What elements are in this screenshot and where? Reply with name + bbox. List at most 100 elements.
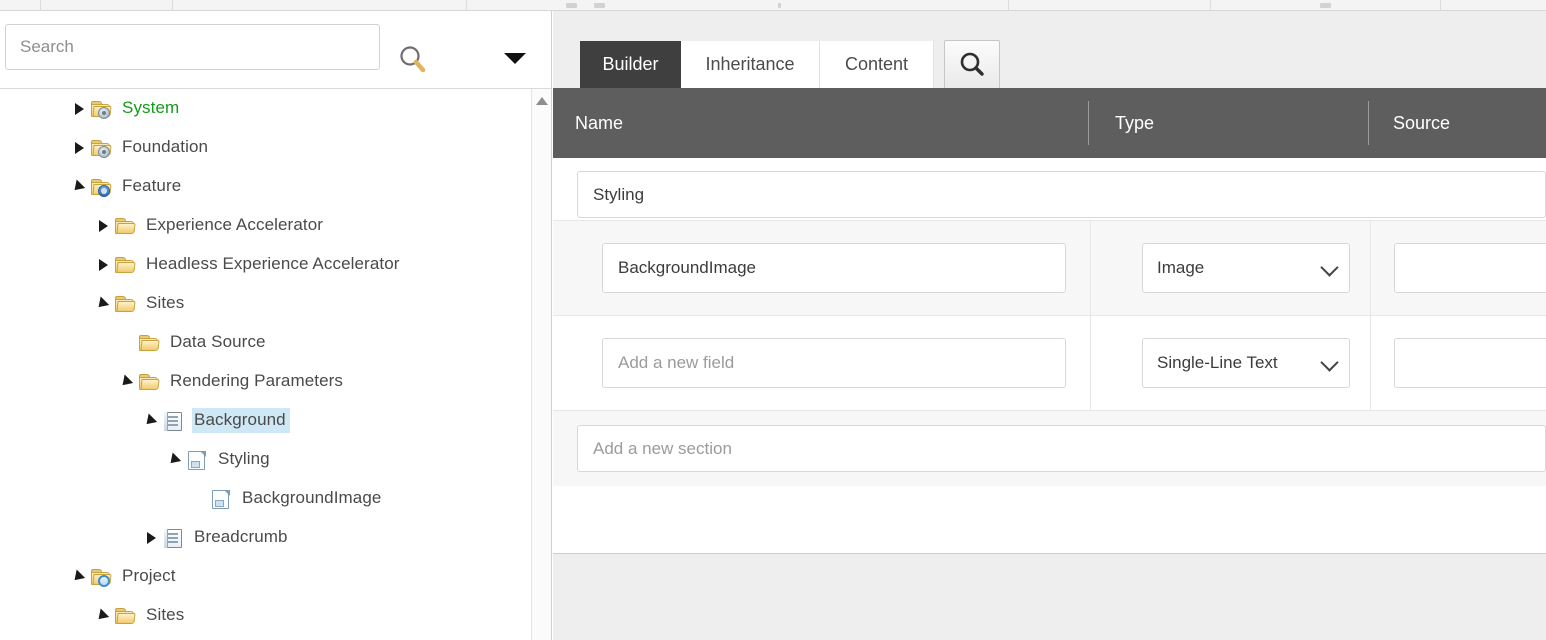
ribbon-divider	[1440, 0, 1441, 11]
folder-icon	[114, 605, 138, 627]
tree-collapse-triangle-icon[interactable]	[92, 596, 114, 635]
tree-collapse-triangle-icon[interactable]	[68, 557, 90, 596]
ribbon-divider	[40, 0, 41, 11]
ribbon-divider	[1210, 0, 1211, 11]
column-divider[interactable]	[1368, 101, 1369, 145]
tree-item[interactable]: Experience Accelerator	[0, 206, 529, 245]
field-type-value: Image	[1157, 258, 1205, 277]
new-section-row	[553, 411, 1546, 486]
tree-item[interactable]: Feature	[0, 167, 529, 206]
new-field-type-select[interactable]: Single-Line Text	[1142, 338, 1350, 388]
tree-item[interactable]: System	[0, 89, 529, 128]
search-input[interactable]	[5, 24, 380, 70]
ribbon-divider	[466, 0, 467, 11]
tree-item[interactable]: Project	[0, 557, 529, 596]
column-header-source[interactable]: Source	[1393, 88, 1450, 158]
tree-item-label: Rendering Parameters	[170, 371, 344, 390]
tree-search-bar	[0, 11, 551, 89]
ribbon-divider	[172, 0, 173, 11]
section-name-input[interactable]	[577, 171, 1546, 218]
tree-item[interactable]: Foundation	[0, 128, 529, 167]
folder-gear-icon	[90, 137, 114, 159]
new-section-input[interactable]	[577, 425, 1546, 472]
tree-expand-triangle-icon[interactable]	[92, 245, 114, 284]
new-field-source-input[interactable]	[1394, 338, 1546, 388]
tree-expand-triangle-icon[interactable]	[68, 128, 90, 167]
new-field-row: Single-Line Text	[553, 316, 1546, 411]
search-icon	[960, 52, 984, 76]
app-root: System Foundation Feature Experience Accele…	[0, 0, 1546, 640]
folder-icon	[114, 254, 138, 276]
field-row: Image	[553, 221, 1546, 316]
tree-item-label: Breadcrumb	[194, 527, 288, 546]
ribbon-button-nub[interactable]	[594, 3, 605, 8]
tree-item[interactable]: Background	[0, 401, 529, 440]
tab-builder[interactable]: Builder	[580, 41, 681, 88]
tab-label: Inheritance	[705, 54, 795, 74]
column-header-name[interactable]: Name	[575, 88, 623, 158]
field-source-input[interactable]	[1394, 243, 1546, 293]
cell-divider	[1370, 316, 1371, 411]
tree-item-label: BackgroundImage	[242, 488, 382, 507]
template-icon	[162, 527, 186, 549]
search-icon[interactable]	[396, 43, 430, 75]
cell-divider	[1090, 221, 1091, 316]
tree-item[interactable]: Sites	[0, 596, 529, 635]
tree-item-label: Foundation	[122, 137, 209, 156]
tree-item-label: System	[122, 98, 180, 117]
search-options-chevron-down-icon[interactable]	[502, 49, 528, 69]
ribbon-button-nub[interactable]	[1320, 3, 1331, 8]
cell-divider	[1370, 221, 1371, 316]
column-divider[interactable]	[1088, 101, 1089, 145]
new-field-type-value: Single-Line Text	[1157, 353, 1278, 372]
folder-icon	[138, 332, 162, 354]
tab-inheritance[interactable]: Inheritance	[681, 41, 820, 88]
ribbon-button-nub[interactable]	[566, 3, 577, 8]
content-tree-panel: System Foundation Feature Experience Accele…	[0, 11, 552, 640]
ribbon-divider	[1008, 0, 1009, 11]
tree-collapse-triangle-icon[interactable]	[164, 440, 186, 479]
chevron-down-icon	[1320, 353, 1339, 372]
tree-collapse-triangle-icon[interactable]	[92, 284, 114, 323]
tree-item[interactable]: Headless Experience Accelerator	[0, 245, 529, 284]
tree-item[interactable]: Sites	[0, 284, 529, 323]
grid-column-headers: Name Type Source	[553, 88, 1546, 158]
tree-collapse-triangle-icon[interactable]	[116, 362, 138, 401]
scroll-up-arrow-icon[interactable]	[536, 97, 548, 105]
tree-item-label: Background	[192, 408, 290, 433]
tree-expand-triangle-icon[interactable]	[68, 89, 90, 128]
tree-collapse-triangle-icon[interactable]	[140, 401, 162, 440]
template-builder-panel: Builder Inheritance Content Name Type So…	[553, 11, 1546, 640]
tree-expand-triangle-icon[interactable]	[140, 518, 162, 557]
tree-item-label: Feature	[122, 176, 182, 195]
cell-divider	[1090, 316, 1091, 411]
folder-gear-icon	[90, 98, 114, 120]
template-icon	[162, 410, 186, 432]
tree-collapse-triangle-icon[interactable]	[68, 167, 90, 206]
tree-item[interactable]: Breadcrumb	[0, 518, 529, 557]
tree-item[interactable]: BackgroundImage	[0, 479, 529, 518]
tree-item-label: Project	[122, 566, 176, 585]
builder-tabstrip: Builder Inheritance Content	[553, 11, 1546, 90]
tree-item-label: Experience Accelerator	[146, 215, 324, 234]
builder-search-button[interactable]	[944, 40, 1000, 90]
tree-item-label: Sites	[146, 293, 185, 312]
tree-item-label: Sites	[146, 605, 185, 624]
tree-item[interactable]: Styling	[0, 440, 529, 479]
content-tree: System Foundation Feature Experience Accele…	[0, 89, 551, 640]
folder-square-icon	[90, 566, 114, 588]
tree-item-label: Styling	[218, 449, 270, 468]
column-header-type[interactable]: Type	[1115, 88, 1154, 158]
folder-icon	[114, 293, 138, 315]
field-type-select[interactable]: Image	[1142, 243, 1350, 293]
tree-item[interactable]: Data Source	[0, 323, 529, 362]
tree-scrollbar[interactable]	[531, 89, 551, 640]
new-field-name-input[interactable]	[602, 338, 1066, 388]
tab-content[interactable]: Content	[820, 41, 934, 88]
tab-label: Content	[844, 54, 909, 74]
tree-item[interactable]: Rendering Parameters	[0, 362, 529, 401]
ribbon-button-nub[interactable]	[778, 3, 781, 8]
tree-expand-triangle-icon[interactable]	[92, 206, 114, 245]
field-name-input[interactable]	[602, 243, 1066, 293]
folder-puzzle-icon	[90, 176, 114, 198]
